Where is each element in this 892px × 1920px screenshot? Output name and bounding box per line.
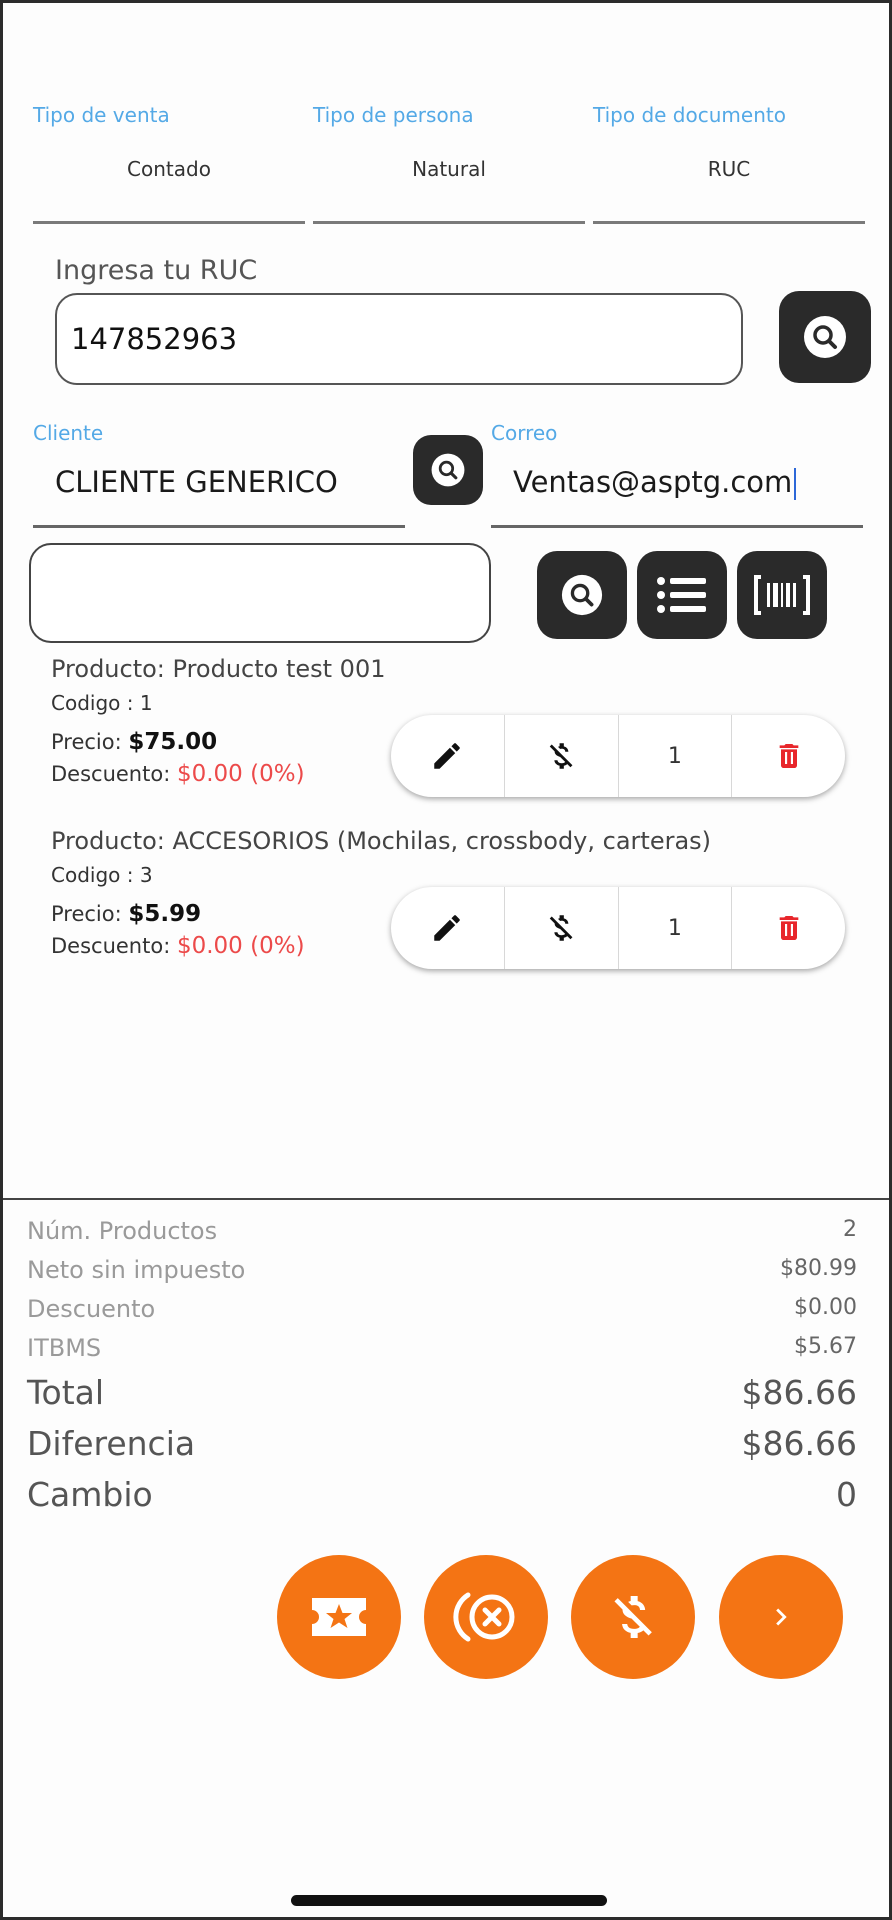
tipo-persona-select[interactable]: Tipo de persona Natural <box>313 103 585 224</box>
discount-button[interactable] <box>505 715 619 797</box>
summary-label: Diferencia <box>27 1424 196 1463</box>
cancel-circle-icon <box>453 1592 515 1642</box>
pencil-icon <box>434 743 461 769</box>
discount-button[interactable] <box>505 887 619 969</box>
tipo-documento-label: Tipo de documento <box>593 103 786 127</box>
summary-label: Núm. Productos <box>27 1217 218 1245</box>
cliente-search-button[interactable] <box>413 435 483 505</box>
search-icon <box>561 574 603 616</box>
summary-total: Total $86.66 <box>27 1373 857 1412</box>
product-search-button[interactable] <box>537 551 627 639</box>
no-money-icon <box>614 1596 652 1638</box>
summary-value: 0 <box>836 1475 857 1514</box>
tipo-venta-select[interactable]: Tipo de venta Contado <box>33 103 305 224</box>
trash-icon <box>779 916 798 940</box>
tipo-venta-label: Tipo de venta <box>33 103 170 127</box>
summary-itbms: ITBMS $5.67 <box>27 1334 857 1362</box>
tipo-persona-underline <box>313 221 585 224</box>
home-indicator[interactable] <box>291 1895 607 1906</box>
no-money-icon <box>549 915 573 941</box>
app-screen: Tipo de venta Contado Tipo de persona Na… <box>0 0 892 1920</box>
product-code: Codigo : 1 <box>51 691 153 715</box>
summary-value: $86.66 <box>741 1373 857 1412</box>
summary-cambio: Cambio 0 <box>27 1475 857 1514</box>
next-icon <box>776 1608 787 1626</box>
summary-divider <box>3 1198 889 1200</box>
product-discount: $0.00 (0%) <box>176 761 305 787</box>
quantity-field[interactable]: 1 <box>619 715 733 797</box>
cliente-field[interactable]: CLIENTE GENERICO <box>55 465 338 499</box>
product-item: Producto: ACCESORIOS (Mochilas, crossbod… <box>51 827 851 977</box>
product-actions: 1 <box>391 887 845 969</box>
summary-value: $80.99 <box>780 1256 857 1281</box>
barcode-icon <box>754 575 810 615</box>
product-price-row: Precio: $75.00 <box>51 729 217 755</box>
product-name: Producto: ACCESORIOS (Mochilas, crossbod… <box>51 827 712 855</box>
correo-field[interactable]: Ventas@asptg.com <box>513 465 797 500</box>
ticket-star-icon <box>312 1598 366 1636</box>
list-icon <box>657 577 706 613</box>
delete-button[interactable] <box>732 887 845 969</box>
correo-label: Correo <box>491 421 558 445</box>
product-price-row: Precio: $5.99 <box>51 901 201 927</box>
product-discount-row: Descuento: $0.00 (0%) <box>51 933 305 959</box>
edit-button[interactable] <box>391 887 505 969</box>
barcode-scan-button[interactable] <box>737 551 827 639</box>
tipo-venta-underline <box>33 221 305 224</box>
cliente-label: Cliente <box>33 421 104 445</box>
quantity-field[interactable]: 1 <box>619 887 733 969</box>
delete-button[interactable] <box>732 715 845 797</box>
summary-value: $0.00 <box>794 1295 857 1320</box>
cliente-underline <box>33 525 405 528</box>
tipo-persona-value: Natural <box>412 157 486 181</box>
search-icon <box>431 453 465 487</box>
product-price: $75.00 <box>128 729 218 755</box>
summary-value: $86.66 <box>741 1424 857 1463</box>
correo-value: Ventas@asptg.com <box>513 465 793 499</box>
tipo-documento-underline <box>593 221 865 224</box>
product-name: Producto: Producto test 001 <box>51 655 386 683</box>
pencil-icon <box>434 915 461 941</box>
summary-label: Total <box>27 1373 105 1412</box>
summary-value: $5.67 <box>794 1334 857 1359</box>
product-search-input[interactable] <box>29 543 491 643</box>
summary-label: Cambio <box>27 1475 153 1514</box>
summary-num-productos: Núm. Productos 2 <box>27 1217 857 1245</box>
product-code: Codigo : 3 <box>51 863 153 887</box>
product-item: Producto: Producto test 001 Codigo : 1 P… <box>51 655 851 805</box>
ruc-input[interactable]: 147852963 <box>55 293 743 385</box>
tipo-documento-value: RUC <box>707 157 751 181</box>
edit-button[interactable] <box>391 715 505 797</box>
summary-diferencia: Diferencia $86.66 <box>27 1424 857 1463</box>
tipo-documento-select[interactable]: Tipo de documento RUC <box>593 103 865 224</box>
coupon-button[interactable] <box>277 1555 401 1679</box>
product-price: $5.99 <box>128 901 202 927</box>
product-list-button[interactable] <box>637 551 727 639</box>
summary-descuento: Descuento $0.00 <box>27 1295 857 1323</box>
discount-label: Descuento: <box>51 934 171 958</box>
summary-value: 2 <box>843 1217 857 1242</box>
tipo-venta-value: Contado <box>127 157 211 181</box>
product-discount: $0.00 (0%) <box>176 933 305 959</box>
trash-icon <box>779 744 798 768</box>
summary-label: ITBMS <box>27 1334 102 1362</box>
correo-underline <box>491 525 863 528</box>
summary-label: Neto sin impuesto <box>27 1256 246 1284</box>
no-money-icon <box>549 743 573 769</box>
price-label: Precio: <box>51 730 122 754</box>
next-button[interactable] <box>719 1555 843 1679</box>
ruc-search-button[interactable] <box>779 291 871 383</box>
discount-label: Descuento: <box>51 762 171 786</box>
product-actions: 1 <box>391 715 845 797</box>
cancel-sale-button[interactable] <box>424 1555 548 1679</box>
product-discount-row: Descuento: $0.00 (0%) <box>51 761 305 787</box>
tipo-persona-label: Tipo de persona <box>313 103 474 127</box>
search-icon <box>804 316 846 358</box>
summary-neto: Neto sin impuesto $80.99 <box>27 1256 857 1284</box>
text-caret <box>794 468 797 500</box>
ruc-label: Ingresa tu RUC <box>55 255 258 286</box>
summary-label: Descuento <box>27 1295 156 1323</box>
remove-discount-button[interactable] <box>571 1555 695 1679</box>
price-label: Precio: <box>51 902 122 926</box>
